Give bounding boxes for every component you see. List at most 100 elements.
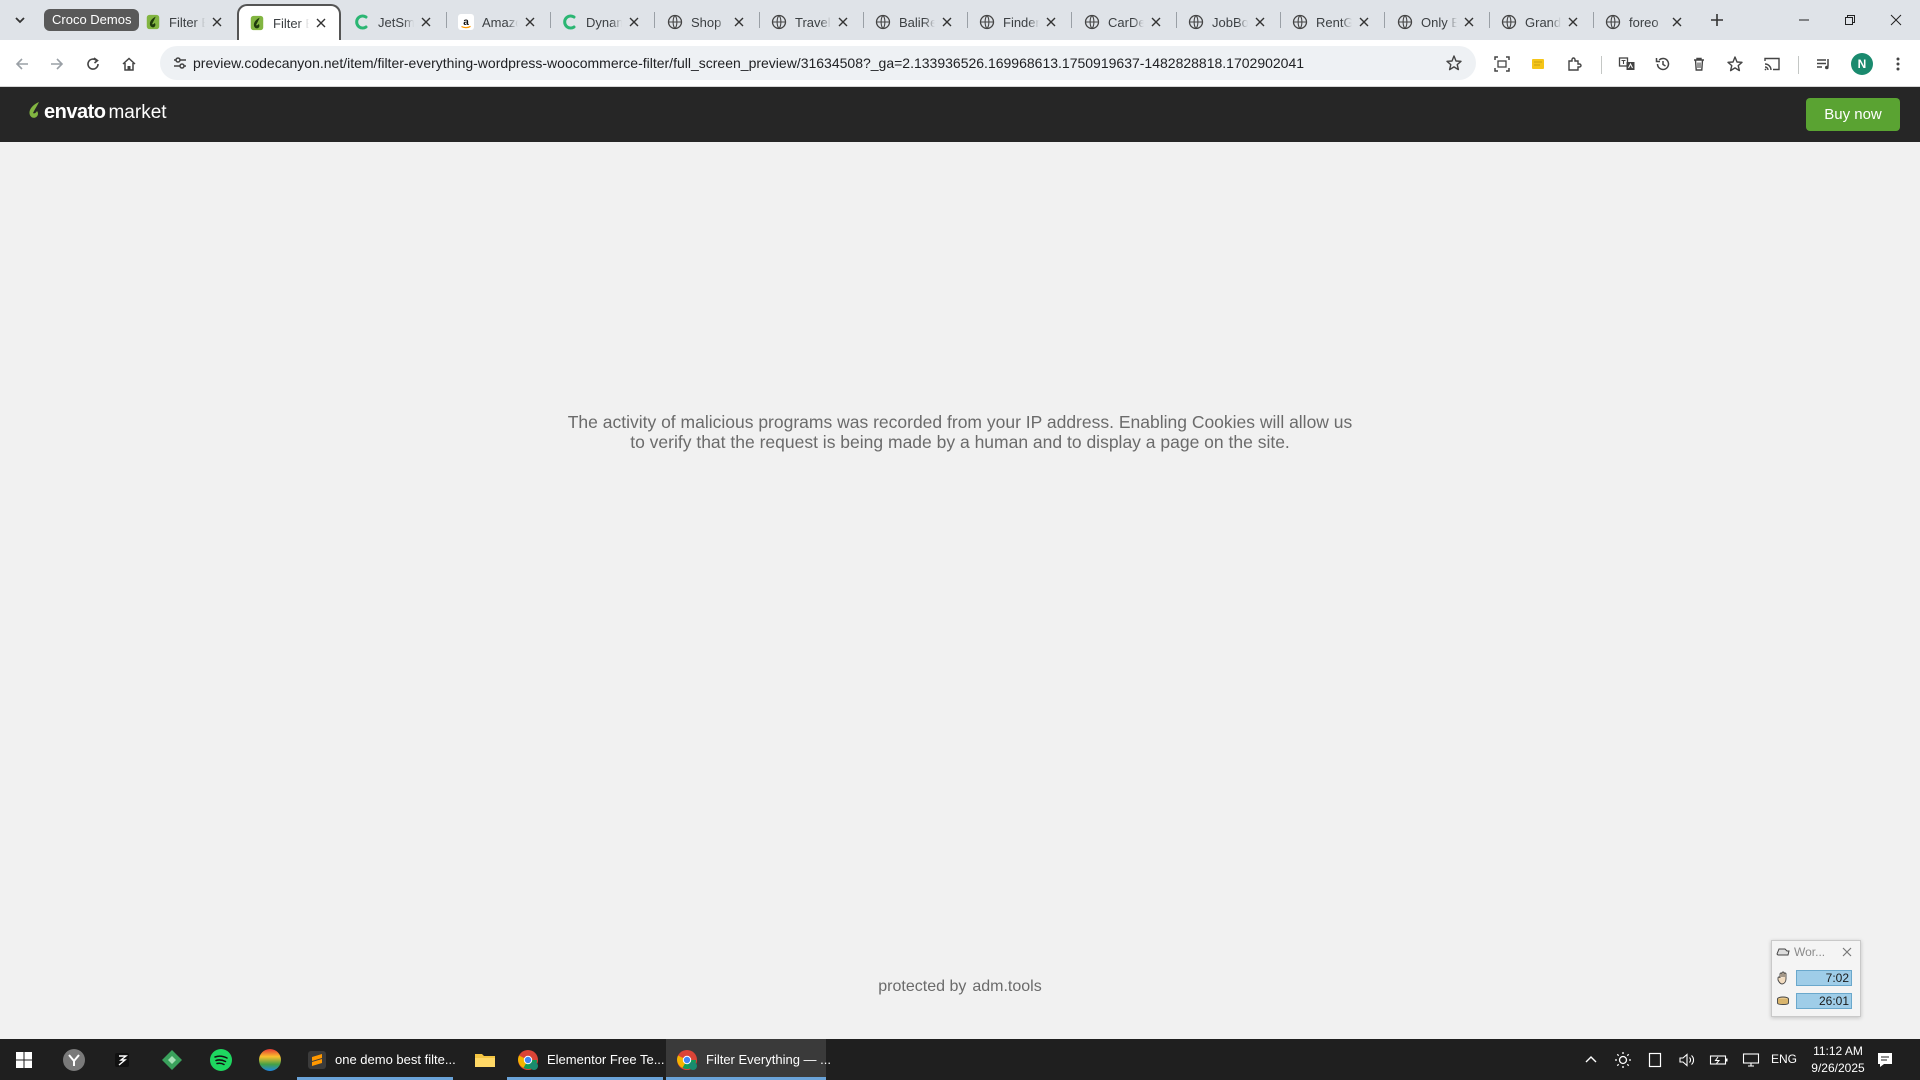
close-window-icon[interactable] [1873,0,1919,40]
tab-close-icon[interactable] [939,14,955,30]
browser-tab-title: CarDealer [1108,14,1144,30]
browser-tab[interactable]: a Amazon [448,4,548,40]
tab-close-icon[interactable] [418,14,434,30]
brightness-sun-icon[interactable] [1612,1049,1634,1071]
protected-by-brand[interactable]: adm.tools [972,978,1041,995]
reload-icon[interactable] [79,50,107,78]
tab-close-icon[interactable] [626,14,642,30]
tab-close-icon[interactable] [731,14,747,30]
yandex-browser-icon[interactable] [50,1039,98,1080]
show-hidden-icons-chevron-up-icon[interactable] [1580,1049,1602,1071]
minimize-window-icon[interactable] [1781,0,1827,40]
tab-separator [1593,12,1594,28]
buy-now-button[interactable]: Buy now [1806,98,1900,131]
browser-tab[interactable]: Filter Everything [237,4,341,40]
site-info-tune-icon[interactable] [166,49,194,77]
work-timer-header[interactable]: Wor... [1772,941,1860,963]
browser-tab[interactable]: Grand [1491,4,1591,40]
rainbow-app-icon[interactable] [246,1039,294,1080]
home-icon[interactable] [115,50,143,78]
back-arrow-icon[interactable] [8,50,36,78]
tab-separator [1071,12,1072,28]
taskbar-app-label: Elementor Free Te... [547,1052,665,1067]
tab-close-icon[interactable] [1252,14,1268,30]
tab-close-icon[interactable] [1669,14,1685,30]
translate-icon[interactable] [1613,50,1641,78]
tab-close-icon[interactable] [1565,14,1581,30]
break-timer-row: 26:01 [1776,991,1858,1011]
taskbar-app-file-explorer[interactable] [463,1039,505,1080]
battery-charging-icon[interactable] [1708,1049,1730,1071]
green-diamond-app-icon[interactable] [148,1039,196,1080]
network-monitor-icon[interactable] [1740,1049,1762,1071]
browser-tab[interactable]: Dynamic [552,4,652,40]
browser-tab[interactable]: CarDealer [1074,4,1174,40]
history-icon[interactable] [1649,50,1677,78]
restore-window-icon[interactable] [1827,0,1873,40]
volume-speaker-icon[interactable] [1676,1049,1698,1071]
browser-tab[interactable]: JobBoard [1178,4,1278,40]
sticky-note-extension-icon[interactable] [1524,50,1552,78]
browser-tab-title: Amazon [482,14,518,30]
browser-tab[interactable]: BaliRent [865,4,965,40]
windows-start-icon[interactable] [0,1039,48,1080]
browser-tab-title: Grand [1525,14,1561,30]
globe-icon [1501,14,1517,30]
browser-tab[interactable]: JetSmartFilters [344,4,444,40]
dark-app-icon[interactable] [98,1039,146,1080]
more-menu-kebab-icon[interactable] [1884,50,1912,78]
browser-tab[interactable]: RentGo [1282,4,1382,40]
globe-icon [1397,14,1413,30]
system-clock[interactable]: 11:12 AM 9/26/2025 [1800,1043,1876,1077]
tab-close-icon[interactable] [1148,14,1164,30]
tab-separator [967,12,968,28]
browser-tab[interactable]: foreo [1595,4,1695,40]
close-icon[interactable] [1840,945,1854,959]
tab-close-icon[interactable] [835,14,851,30]
envato-market-header: envato market Buy now [0,87,1920,142]
notification-center-icon[interactable] [1873,1048,1897,1072]
spotify-icon[interactable] [197,1039,245,1080]
tablet-mode-icon[interactable] [1644,1049,1666,1071]
work-timer-widget[interactable]: Wor... 7:02 26:01 [1771,940,1861,1017]
browser-tab-title: Filter Everything [169,14,205,30]
browser-tab[interactable]: Finder [969,4,1069,40]
input-language-indicator[interactable]: ENG [1771,1039,1797,1080]
media-queue-icon[interactable] [1810,50,1838,78]
address-bar[interactable]: preview.codecanyon.net/item/filter-every… [160,46,1476,80]
tab-separator [1384,12,1385,28]
amazon-icon: a [458,14,474,30]
envato-market-logo[interactable]: envato market [28,101,167,124]
cast-icon[interactable] [1758,50,1786,78]
tab-close-icon[interactable] [1461,14,1477,30]
bookmark-star-icon[interactable] [1440,49,1468,77]
tab-close-icon[interactable] [1043,14,1059,30]
tab-close-icon[interactable] [313,15,329,31]
tab-close-icon[interactable] [522,14,538,30]
url-text[interactable]: preview.codecanyon.net/item/filter-every… [193,46,1304,80]
browser-tab[interactable]: Travel [761,4,861,40]
taskbar-app-chrome-elementor[interactable]: Elementor Free Te... [507,1039,665,1080]
tab-group-chip[interactable]: Croco Demos [44,9,140,31]
tab-close-icon[interactable] [1356,14,1372,30]
browser-tab-title: Dynamic [586,14,622,30]
browser-tab[interactable]: Filter Everything [135,4,235,40]
new-tab-plus-icon[interactable] [1705,8,1729,32]
bookmarks-star-list-icon[interactable] [1721,50,1749,78]
globe-icon [875,14,891,30]
tab-close-icon[interactable] [209,14,225,30]
browser-tab-strip: Croco Demos Filter Everything Filter Ever… [0,0,1920,40]
trash-icon[interactable] [1685,50,1713,78]
extensions-puzzle-icon[interactable] [1561,50,1589,78]
sublime-text-icon [307,1048,327,1072]
globe-icon [1292,14,1308,30]
profile-avatar[interactable]: N [1851,53,1873,75]
forward-arrow-icon[interactable] [43,50,71,78]
browser-tab[interactable]: Shop [657,4,757,40]
taskbar-app-chrome-filter-everything[interactable]: Filter Everything — ... [666,1039,831,1080]
browser-tab-title: Only Events [1421,14,1457,30]
browser-tab[interactable]: Only Events [1387,4,1487,40]
taskbar-app-sublime[interactable]: one demo best filte... [297,1039,456,1080]
tab-search-chevron-icon[interactable] [8,8,32,32]
screenshot-capture-icon[interactable] [1488,50,1516,78]
